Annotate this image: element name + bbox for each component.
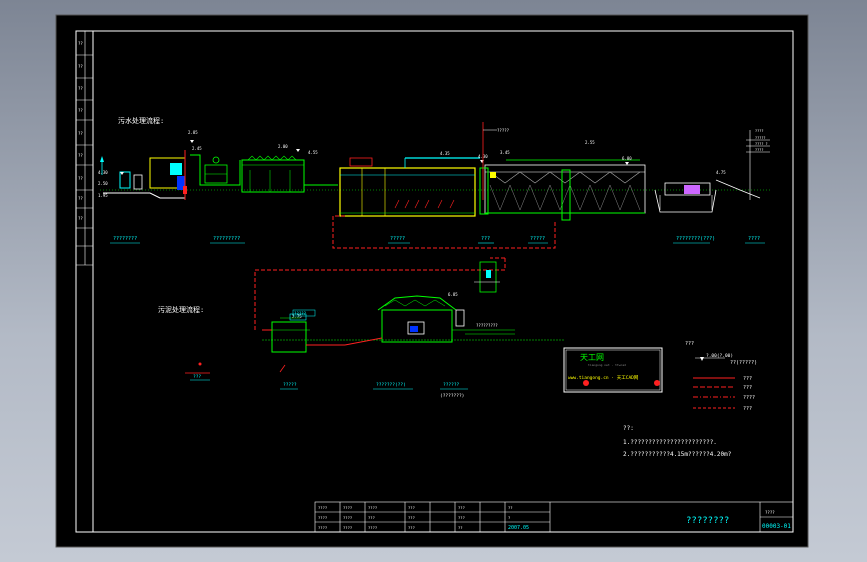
svg-text:2.???????????4.15m??????4.20m?: 2.???????????4.15m??????4.20m? [623,451,732,458]
svg-text:?????????: ????????? [476,323,498,328]
sludge-flow-title: 污泥处理流程: [158,305,204,314]
svg-text:(???????): (???????) [440,393,464,399]
svg-text:??: ?? [78,131,83,136]
svg-text:????????(???): ????????(???) [676,236,715,242]
svg-text:??: ?? [78,86,83,91]
svg-text:??(?????): ??(?????) [730,360,757,366]
svg-text:???: ??? [408,515,415,520]
svg-text:???: ??? [743,385,752,391]
svg-text:????: ???? [318,505,327,510]
svg-text:3.45: 3.45 [500,150,510,155]
svg-text:??: ?? [78,216,83,221]
svg-text:2.85: 2.85 [188,130,198,135]
svg-text:??: ?? [458,525,463,530]
svg-text:4.75: 4.75 [716,170,726,175]
svg-text:2.00: 2.00 [278,144,288,149]
svg-text:??:: ??: [623,425,634,432]
svg-text:1.95: 1.95 [98,193,108,198]
drawing-number: 00003-01 [762,523,791,530]
svg-text:?????: ????? [530,236,545,242]
svg-text:????: ???? [743,395,755,401]
svg-text:????: ???? [318,525,327,530]
svg-text:????: ???? [755,148,763,152]
svg-text:???: ??? [458,515,465,520]
svg-text:???????(??): ???????(??) [376,382,406,388]
svg-text:??: ?? [78,64,83,69]
svg-text:????: ???? [755,129,763,133]
drawing-title: ???????? [686,516,729,526]
svg-text:?????: ????? [390,236,405,242]
sewage-flow-title: 污水处理流程: [118,116,164,125]
svg-text:?: ? [508,515,510,520]
svg-text:???: ??? [193,374,201,380]
svg-text:4.30: 4.30 [98,170,108,175]
svg-text:2.50: 2.50 [98,181,108,186]
cad-viewport[interactable]: ?????? ?????? ?????? 污水处理流程: 污泥处理流程: 4.3… [0,0,867,562]
svg-text:???: ??? [408,525,415,530]
svg-text:????: ???? [343,525,352,530]
svg-text:?????: ????? [283,382,297,388]
svg-text:????: ???? [343,515,352,520]
svg-text:?????: ????? [294,311,307,316]
svg-text:???: ??? [368,515,375,520]
svg-text:?????: ????? [755,136,766,140]
svg-text:??: ?? [508,505,513,510]
svg-text:2.45: 2.45 [192,146,202,151]
svg-text:???: ??? [481,236,490,242]
svg-text:???? ?: ???? ? [755,142,768,146]
svg-text:?.00(?.00): ?.00(?.00) [706,353,733,359]
svg-text:4.35: 4.35 [440,151,450,156]
svg-text:??: ?? [78,176,83,181]
drawing-sheet [55,14,809,548]
svg-text:??????: ?????? [443,382,460,388]
svg-text:??: ?? [78,196,83,201]
cad-drawing[interactable]: ?????? ?????? ?????? 污水处理流程: 污泥处理流程: 4.3… [0,0,867,562]
svg-text:???: ??? [408,505,415,510]
svg-text:????????: ???????? [113,236,137,242]
svg-text:2007.05: 2007.05 [508,525,529,531]
svg-text:????: ???? [343,505,352,510]
svg-text:6.80: 6.80 [622,156,632,161]
svg-text:?????????: ????????? [213,236,240,242]
svg-text:tiangong net · ttwcad: tiangong net · ttwcad [588,363,626,367]
svg-text:6.85: 6.85 [448,292,458,297]
svg-text:www.tiangong.cn · 天工CAD网: www.tiangong.cn · 天工CAD网 [568,375,639,381]
svg-text:????: ???? [368,505,377,510]
svg-text:???: ??? [743,376,752,382]
svg-text:?????: ????? [497,128,510,133]
svg-text:???: ??? [458,505,465,510]
svg-text:????: ???? [748,236,760,242]
svg-text:1.???????????????????????.: 1.???????????????????????. [623,439,717,446]
svg-text:2.55: 2.55 [585,140,595,145]
svg-text:4.55: 4.55 [308,150,318,155]
svg-text:???: ??? [685,341,694,347]
svg-text:??: ?? [78,153,83,158]
svg-text:????: ???? [368,525,377,530]
svg-text:??: ?? [78,41,83,46]
drawing-sheet-label: ???? [765,510,775,515]
svg-text:???: ??? [743,406,752,412]
svg-text:天工网: 天工网 [580,353,604,362]
svg-text:????: ???? [318,515,327,520]
svg-text:??: ?? [78,108,83,113]
